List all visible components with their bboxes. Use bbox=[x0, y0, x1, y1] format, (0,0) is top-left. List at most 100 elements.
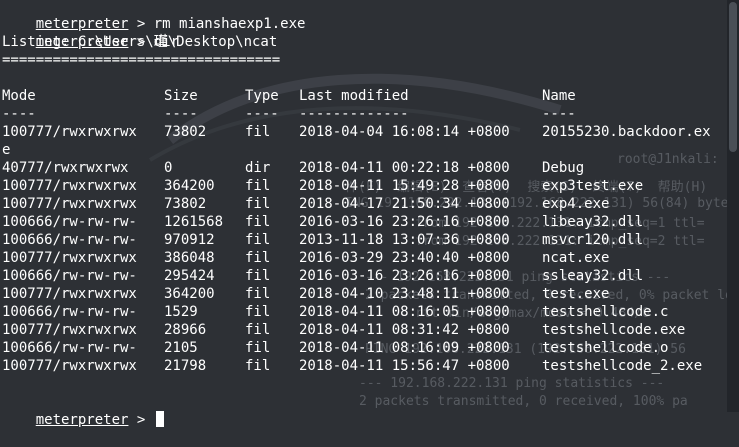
cell-type: fil bbox=[245, 304, 271, 320]
terminal-output[interactable]: meterpreter > rm mianshaexp1.exe meterpr… bbox=[2, 0, 727, 428]
dash-last-modified: ------------- bbox=[299, 106, 409, 122]
table-row: 100777/rwxrwxrwx 21798 fil 2018-04-11 15:56… bbox=[2, 357, 727, 375]
cell-mode: 100777/rwxrwxrwx bbox=[2, 250, 137, 266]
cell-mode: 100777/rwxrwxrwx bbox=[2, 178, 137, 194]
cell-last-modified: 2018-04-11 08:16:05 +0800 bbox=[299, 304, 510, 320]
table-row: 100777/rwxrwxrwx 73802 fil 2018-04-17 21:50… bbox=[2, 195, 727, 213]
cell-name: ncat.exe bbox=[542, 250, 610, 266]
table-row: 100666/rw-rw-rw- 970912 fil 2013-11-18 13:0… bbox=[2, 231, 727, 249]
cell-type: fil bbox=[245, 250, 271, 266]
cell-size: 386048 bbox=[164, 250, 215, 266]
cell-last-modified: 2018-04-10 23:48:11 +0800 bbox=[299, 286, 510, 302]
cell-last-modified: 2018-04-11 08:31:42 +0800 bbox=[299, 322, 510, 338]
cell-size: 0 bbox=[164, 160, 173, 176]
cell-size: 970912 bbox=[164, 232, 215, 248]
scrollbar-thumb[interactable] bbox=[729, 2, 737, 152]
cell-last-modified: 2018-04-11 00:22:18 +0800 bbox=[299, 160, 510, 176]
cell-mode: 100666/rw-rw-rw- bbox=[2, 304, 137, 320]
header-size: Size bbox=[164, 88, 198, 104]
cell-last-modified: 2018-04-04 16:08:14 +0800 bbox=[299, 124, 510, 140]
table-row: 100777/rwxrwxrwx 386048 fil 2016-03-29 23:4… bbox=[2, 249, 727, 267]
table-header-dashes: ---- ---- ---- ------------- ---- bbox=[2, 105, 727, 123]
dash-type: ---- bbox=[245, 106, 279, 122]
cell-size: 73802 bbox=[164, 124, 207, 140]
table-row: e bbox=[2, 141, 727, 159]
cell-mode: 100666/rw-rw-rw- bbox=[2, 340, 137, 356]
cell-name: testshellcode.o bbox=[542, 340, 669, 356]
active-prompt-line[interactable]: meterpreter > bbox=[2, 393, 164, 428]
cell-type: fil bbox=[245, 268, 271, 284]
table-row: 100777/rwxrwxrwx 364200 fil 2018-04-11 15:4… bbox=[2, 177, 727, 195]
cell-mode: e bbox=[2, 142, 11, 158]
cell-type: fil bbox=[245, 196, 271, 212]
cell-name: libeay32.dll bbox=[542, 214, 644, 230]
cell-last-modified: 2013-11-18 13:07:36 +0800 bbox=[299, 232, 510, 248]
cell-size: 73802 bbox=[164, 196, 207, 212]
cell-type: fil bbox=[245, 340, 271, 356]
cell-name: exp4.exe bbox=[542, 196, 610, 212]
cell-type: fil bbox=[245, 322, 271, 338]
cell-name: ssleay32.dll bbox=[542, 268, 644, 284]
cell-last-modified: 2018-04-11 15:49:28 +0800 bbox=[299, 178, 510, 194]
cell-mode: 100666/rw-rw-rw- bbox=[2, 214, 137, 230]
cell-size: 1529 bbox=[164, 304, 198, 320]
table-row: 40777/rwxrwxrwx 0 dir 2018-04-11 00:22:18 +… bbox=[2, 159, 727, 177]
cell-name: msvcr120.dll bbox=[542, 232, 644, 248]
table-row: 100666/rw-rw-rw- 1261568 fil 2016-03-16 23:… bbox=[2, 213, 727, 231]
cell-name: Debug bbox=[542, 160, 585, 176]
cell-type: dir bbox=[245, 160, 271, 176]
cell-type: fil bbox=[245, 286, 271, 302]
dash-mode: ---- bbox=[2, 106, 36, 122]
cell-name: test.exe bbox=[542, 286, 610, 302]
cell-name: 20155230.backdoor.ex bbox=[542, 124, 711, 140]
prompt-label: meterpreter bbox=[35, 412, 129, 428]
text-cursor bbox=[155, 411, 164, 427]
listing-path: Listing: C:\Users\瑾\Desktop\ncat bbox=[2, 34, 278, 50]
cell-last-modified: 2016-03-16 23:26:16 +0800 bbox=[299, 214, 510, 230]
cell-mode: 100777/rwxrwxrwx bbox=[2, 124, 137, 140]
cell-type: fil bbox=[245, 214, 271, 230]
table-row: 100666/rw-rw-rw- 295424 fil 2016-03-16 23:2… bbox=[2, 267, 727, 285]
table-row: 100777/rwxrwxrwx 28966 fil 2018-04-11 08:31… bbox=[2, 321, 727, 339]
header-name: Name bbox=[542, 88, 576, 104]
table-row: 100777/rwxrwxrwx 364200 fil 2018-04-10 23:4… bbox=[2, 285, 727, 303]
cell-mode: 100777/rwxrwxrwx bbox=[2, 196, 137, 212]
cell-mode: 100777/rwxrwxrwx bbox=[2, 322, 137, 338]
cell-type: fil bbox=[245, 178, 271, 194]
cell-size: 364200 bbox=[164, 286, 215, 302]
terminal-scrollbar[interactable] bbox=[727, 0, 739, 412]
command-line: meterpreter > rm mianshaexp1.exe bbox=[2, 0, 306, 32]
cell-type: fil bbox=[245, 232, 271, 248]
cell-size: 295424 bbox=[164, 268, 215, 284]
cell-last-modified: 2018-04-17 21:50:34 +0800 bbox=[299, 196, 510, 212]
table-row: 100777/rwxrwxrwx 73802 fil 2018-04-04 16:08… bbox=[2, 123, 727, 141]
cell-size: 364200 bbox=[164, 178, 215, 194]
cell-size: 1261568 bbox=[164, 214, 224, 230]
dash-size: ---- bbox=[164, 106, 198, 122]
table-header: Mode Size Type Last modified Name bbox=[2, 87, 727, 105]
header-type: Type bbox=[245, 88, 279, 104]
cell-mode: 100777/rwxrwxrwx bbox=[2, 358, 137, 374]
cell-name: testshellcode_2.exe bbox=[542, 358, 703, 374]
table-row: 100666/rw-rw-rw- 2105 fil 2018-04-11 08:16:… bbox=[2, 339, 727, 357]
cell-mode: 100777/rwxrwxrwx bbox=[2, 286, 137, 302]
cell-mode: 40777/rwxrwxrwx bbox=[2, 160, 129, 176]
table-row: 100666/rw-rw-rw- 1529 fil 2018-04-11 08:16:… bbox=[2, 303, 727, 321]
prompt-suffix: > bbox=[128, 412, 154, 428]
command-line: meterpreter > dir bbox=[2, 15, 179, 50]
cell-last-modified: 2018-04-11 08:16:09 +0800 bbox=[299, 340, 510, 356]
cell-size: 2105 bbox=[164, 340, 198, 356]
dash-name: ---- bbox=[542, 106, 576, 122]
cell-last-modified: 2016-03-29 23:40:40 +0800 bbox=[299, 250, 510, 266]
cell-last-modified: 2018-04-11 15:56:47 +0800 bbox=[299, 358, 510, 374]
cell-size: 28966 bbox=[164, 322, 207, 338]
cell-name: testshellcode.c bbox=[542, 304, 669, 320]
header-last-modified: Last modified bbox=[299, 88, 409, 104]
cell-size: 21798 bbox=[164, 358, 207, 374]
listing-separator: ================================= bbox=[2, 52, 281, 68]
cell-name: testshellcode.exe bbox=[542, 322, 686, 338]
header-mode: Mode bbox=[2, 88, 36, 104]
cell-name: exp3test.exe bbox=[542, 178, 644, 194]
cell-type: fil bbox=[245, 124, 271, 140]
cell-last-modified: 2016-03-16 23:26:16 +0800 bbox=[299, 268, 510, 284]
